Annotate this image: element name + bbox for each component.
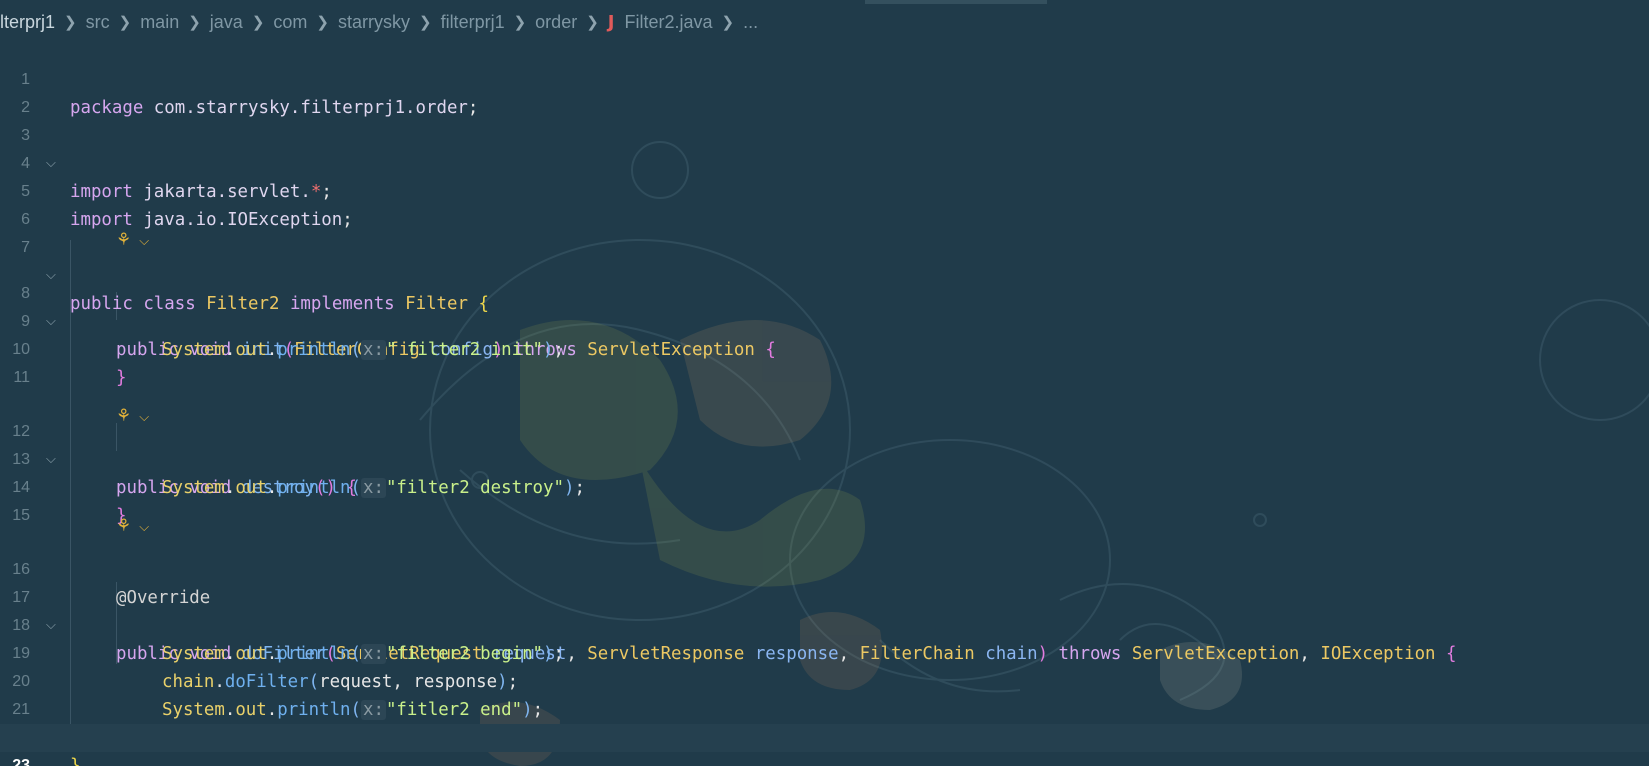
chevron-right-icon: ❯ bbox=[316, 14, 329, 31]
breadcrumb-item-starrysky[interactable]: starrysky bbox=[338, 12, 410, 33]
chevron-right-icon: ❯ bbox=[251, 14, 265, 31]
code-line[interactable]: 2 bbox=[0, 66, 1649, 116]
breadcrumb-item-com[interactable]: com bbox=[273, 12, 307, 33]
chevron-right-icon: ❯ bbox=[418, 14, 432, 31]
breadcrumb-item-java[interactable]: java bbox=[210, 12, 243, 33]
code-line[interactable]: 7 ⌵ public class Filter2 implements Filt… bbox=[0, 206, 1649, 314]
chevron-right-icon: ❯ bbox=[118, 14, 132, 31]
code-line-current[interactable]: 23 bbox=[0, 724, 1649, 766]
chevron-right-icon: ❯ bbox=[188, 14, 201, 31]
editor-window: ilterprj1 ❯ src ❯ main ❯ java ❯ com ❯ st… bbox=[0, 0, 1649, 766]
code-line[interactable]: 1 package com.starrysky.filterprj1.order… bbox=[0, 38, 1649, 118]
breadcrumb-item-filterprj1[interactable]: filterprj1 bbox=[441, 12, 505, 33]
breadcrumb-item-src[interactable]: src bbox=[86, 12, 110, 33]
code-line[interactable]: 9 System.out.println(x: " filter2 init"); bbox=[0, 280, 1649, 360]
code-line[interactable]: 19 chain.doFilter(request, response); bbox=[0, 612, 1649, 692]
java-file-icon: J bbox=[607, 11, 615, 33]
ai-hint-icon[interactable]: ⚘ bbox=[116, 516, 131, 536]
code-line[interactable]: 5 import java.io.IOException; bbox=[0, 150, 1649, 230]
inlay-hint-row[interactable]: ⚘ ⌵ bbox=[116, 226, 149, 254]
chevron-right-icon: ❯ bbox=[721, 14, 735, 31]
line-number: 11 bbox=[13, 369, 30, 386]
breadcrumb-item-symbols[interactable]: ... bbox=[743, 12, 758, 33]
code-line[interactable]: 20 System.out.println(x: "fitler2 end"); bbox=[0, 640, 1649, 720]
breadcrumb-item-file[interactable]: Filter2.java bbox=[624, 12, 712, 33]
code-line[interactable]: 4 bbox=[0, 122, 1649, 172]
chevron-right-icon: ❯ bbox=[586, 14, 599, 31]
line-number: 23 bbox=[12, 757, 30, 766]
code-line[interactable]: 11 bbox=[0, 336, 1649, 386]
code-line[interactable]: 18 System.out.println(x: "filter2 begin")… bbox=[0, 584, 1649, 664]
line-number: 15 bbox=[12, 507, 30, 524]
chevron-right-icon: ❯ bbox=[513, 14, 527, 31]
code-line[interactable]: 8 ⌵ public void init(FilterConfig config… bbox=[0, 252, 1649, 360]
chevron-right-icon: ❯ bbox=[64, 14, 77, 31]
ai-hint-icon[interactable]: ⚘ bbox=[116, 230, 131, 250]
chevron-down-icon[interactable]: ⌵ bbox=[139, 520, 149, 535]
breadcrumb-item-main[interactable]: main bbox=[140, 12, 179, 33]
code-line[interactable]: 21 } bbox=[0, 668, 1649, 748]
code-line[interactable]: 15 bbox=[0, 474, 1649, 524]
code-line[interactable]: 22 } bbox=[0, 696, 1649, 766]
code-line[interactable]: 16 @Override bbox=[0, 528, 1649, 608]
chevron-down-icon[interactable]: ⌵ bbox=[139, 234, 149, 249]
code-line[interactable]: 14 } bbox=[0, 446, 1649, 526]
code-line[interactable]: 12 ⌵ public void destroy() { bbox=[0, 390, 1649, 498]
code-line[interactable]: 13 System.out.println(x: "filter2 destroy… bbox=[0, 418, 1649, 498]
code-line[interactable]: 10 } bbox=[0, 308, 1649, 388]
inlay-hint-row[interactable]: ⚘ ⌵ bbox=[116, 512, 149, 540]
breadcrumb-item-order[interactable]: order bbox=[535, 12, 577, 33]
breadcrumb-item-project[interactable]: ilterprj1 bbox=[0, 12, 55, 33]
code-line[interactable]: 6 bbox=[0, 178, 1649, 228]
code-line[interactable]: 3 ⌵ import jakarta.servlet.*; bbox=[0, 94, 1649, 202]
code-line[interactable]: 17 ⌵ public void doFilter(ServletRequest… bbox=[0, 556, 1649, 664]
